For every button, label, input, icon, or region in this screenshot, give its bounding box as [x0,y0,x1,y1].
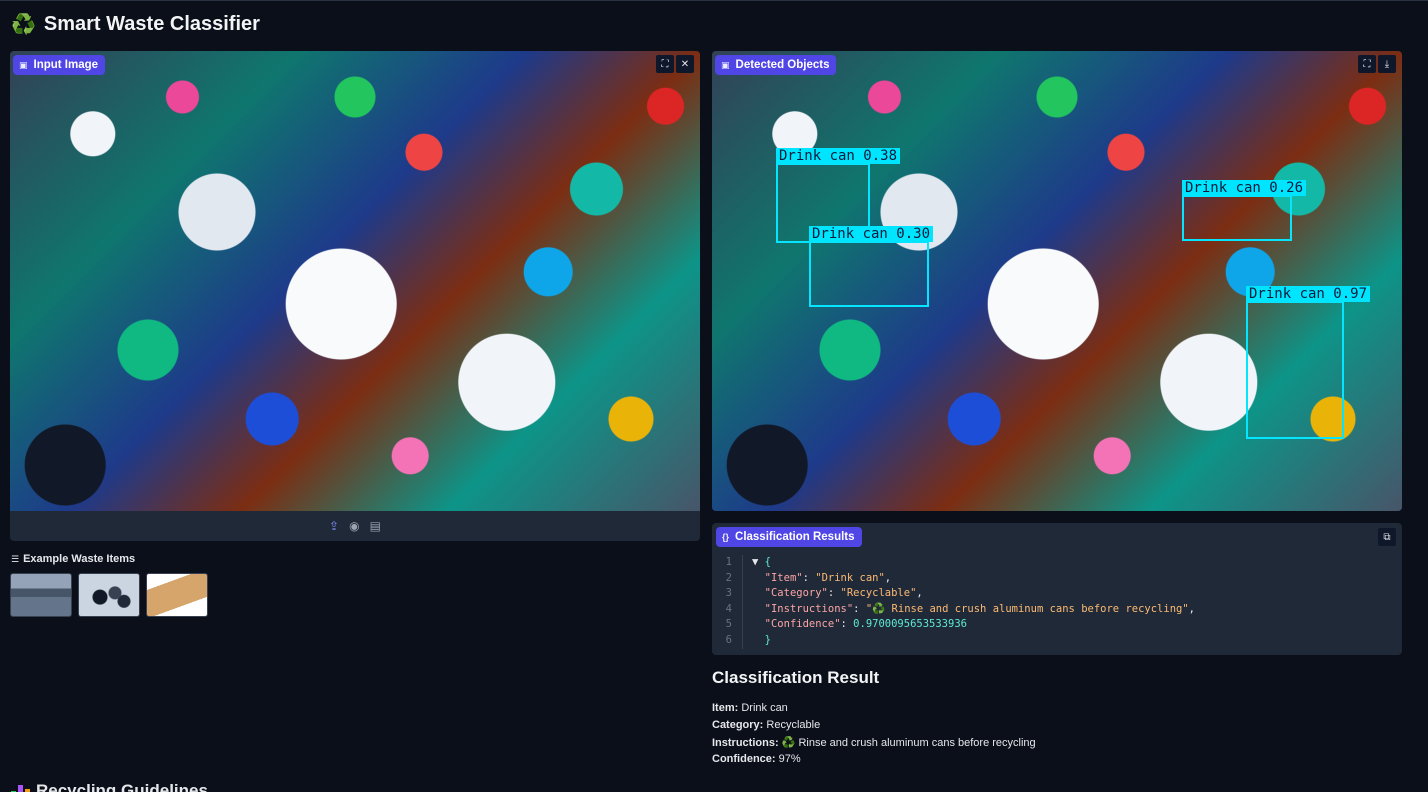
code-line: 6 } [716,632,1195,649]
json-code: 1 ▼ { 2 "Item": "Drink can", 3 "Category"… [716,555,1195,649]
detected-objects-label: ▣ Detected Objects [715,55,837,75]
code-line: 1 ▼ { [716,555,1195,571]
classification-result-title: Classification Result [712,668,880,687]
list-icon: ☰ [11,553,20,564]
code-line: 5 "Confidence": 0.9700095653533936 [716,617,1195,633]
image-icon: ▣ [19,59,28,70]
clipboard-icon[interactable]: ▤ [370,519,381,533]
close-icon[interactable]: ✕ [676,55,694,73]
examples-header: ☰ Example Waste Items [11,553,135,565]
download-icon[interactable]: ⤓ [1378,55,1396,73]
classification-json-panel: {} Classification Results ⧉ 1 ▼ { 2 "Item… [712,523,1402,655]
collapse-toggle-icon[interactable]: ▼ [752,555,765,571]
input-image-panel[interactable]: ▣ Input Image ⛶ ✕ ⇪ ◉ ▤ [10,51,700,541]
app-title: Smart Waste Classifier [43,13,260,35]
input-image-label: ▣ Input Image [13,55,106,75]
output-image-tools: ⛶ ⤓ [1358,55,1396,73]
detection-box [1182,195,1292,241]
recycle-icon: ♻️ [11,14,36,36]
code-line: 3 "Category": "Recyclable", [716,586,1195,602]
result-category: Category: Recyclable [712,719,821,731]
copy-icon[interactable]: ⧉ [1378,528,1396,546]
detection-box [809,241,929,307]
upload-icon[interactable]: ⇪ [329,519,339,533]
braces-icon: {} [722,532,730,542]
input-source-bar: ⇪ ◉ ▤ [10,511,700,541]
input-image-tools: ⛶ ✕ [656,55,694,73]
example-thumbnail-batteries[interactable] [78,573,140,617]
fullscreen-icon[interactable]: ⛶ [1358,55,1376,73]
detection-label: Drink can 0.38 [776,148,901,164]
result-item: Item: Drink can [712,702,788,714]
code-line: 2 "Item": "Drink can", [716,570,1195,587]
guidelines-title: Recycling Guidelines [36,781,208,792]
code-line: 4 "Instructions": "♻️ Rinse and crush al… [716,601,1195,618]
webcam-icon[interactable]: ◉ [349,519,359,533]
result-confidence: Confidence: 97% [712,753,801,765]
input-image[interactable] [10,51,700,511]
fullscreen-icon[interactable]: ⛶ [656,55,674,73]
example-thumbnail-beach-waste[interactable] [10,573,72,617]
detection-label: Drink can 0.26 [1182,180,1307,196]
classification-results-label: {} Classification Results [716,527,862,547]
example-thumbnail-cardboard[interactable] [146,573,208,617]
image-icon: ▣ [721,59,730,70]
recycling-guidelines-header: Recycling Guidelines [11,781,208,792]
detected-objects-panel: Drink can 0.38 Drink can 0.26 Drink can … [712,51,1402,511]
examples-title: Example Waste Items [23,553,136,565]
detection-box [1246,301,1344,439]
app-header: ♻️ Smart Waste Classifier [11,12,260,37]
chart-icon [11,783,30,792]
detection-label: Drink can 0.30 [809,226,934,242]
result-instructions: Instructions: ♻️ Rinse and crush aluminu… [712,737,1036,749]
detection-label: Drink can 0.97 [1246,286,1371,302]
